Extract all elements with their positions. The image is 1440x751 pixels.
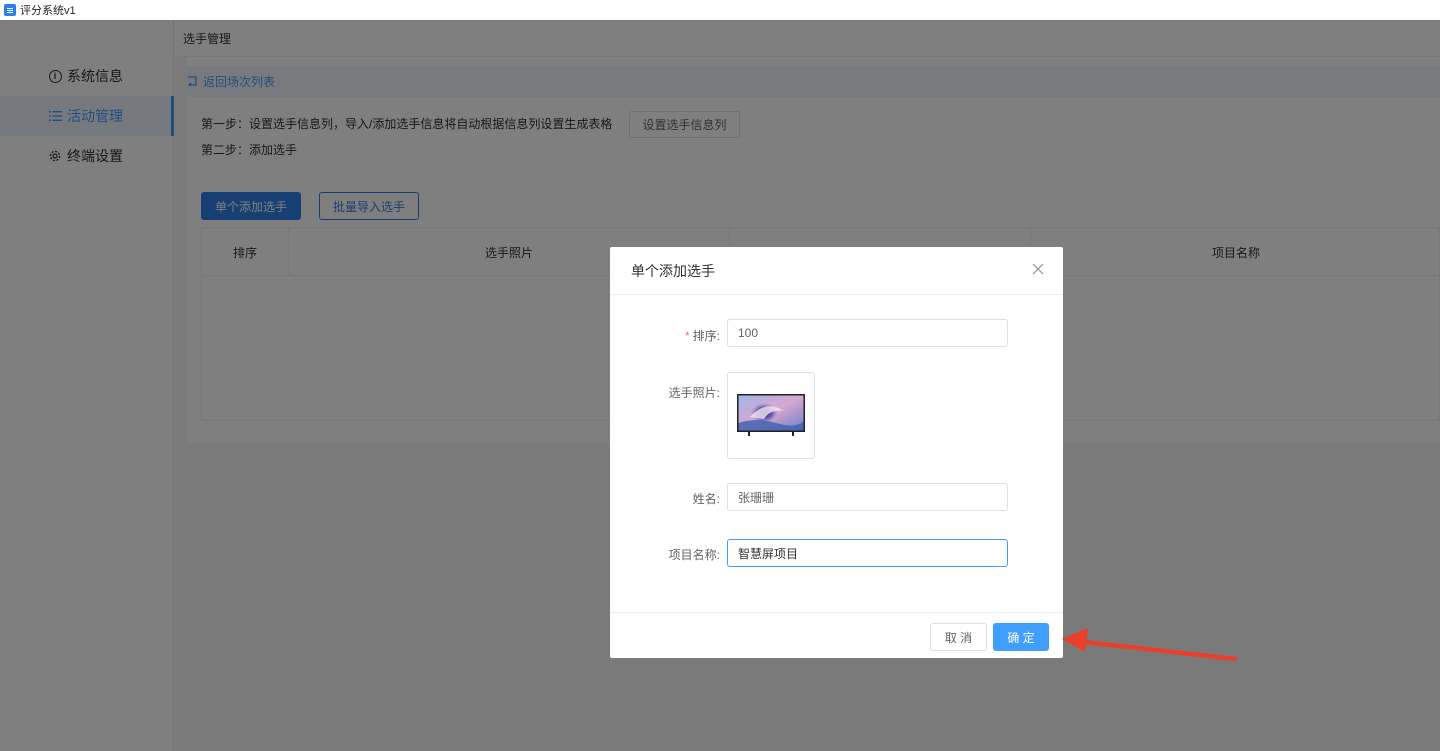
confirm-button[interactable]: 确 定 — [993, 623, 1049, 651]
add-player-dialog: 单个添加选手 取 消 确 定 — [610, 247, 1063, 658]
window-title: 评分系统v1 — [20, 5, 76, 17]
order-input[interactable]: 100 — [727, 319, 1008, 347]
name-label: 姓名: — [692, 492, 720, 506]
photo-upload[interactable] — [727, 372, 815, 459]
photo-label: 选手照片: — [668, 386, 720, 400]
close-icon[interactable] — [1031, 263, 1045, 277]
required-asterisk: * — [684, 329, 690, 343]
app-list-icon — [4, 4, 16, 16]
project-name-input[interactable]: 智慧屏项目 — [727, 539, 1008, 567]
name-input[interactable]: 张珊珊 — [727, 483, 1008, 511]
dialog-title: 单个添加选手 — [631, 262, 715, 279]
annotation-arrow-icon — [1062, 628, 1238, 662]
cancel-button[interactable]: 取 消 — [930, 623, 987, 651]
order-label: * 排序: — [684, 329, 720, 343]
window-titlebar: 评分系统v1 — [0, 0, 1440, 20]
dialog-header: 单个添加选手 — [610, 247, 1063, 295]
project-name-label: 项目名称: — [668, 548, 720, 562]
tv-photo-thumbnail — [737, 394, 805, 436]
dialog-footer: 取 消 确 定 — [610, 612, 1063, 658]
